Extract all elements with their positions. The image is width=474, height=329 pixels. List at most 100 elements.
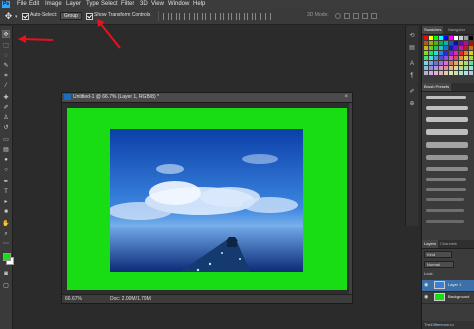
layer-name[interactable]: Background [448,294,469,300]
color-swatch[interactable] [464,41,468,45]
color-swatch[interactable] [459,41,463,45]
color-swatch[interactable] [424,56,428,60]
color-swatch[interactable] [449,41,453,45]
color-swatch[interactable] [439,46,443,50]
color-swatch[interactable] [424,61,428,65]
color-swatch[interactable] [449,46,453,50]
color-swatch[interactable] [454,56,458,60]
color-swatch[interactable] [454,66,458,70]
color-swatch[interactable] [429,41,433,45]
color-swatch[interactable] [449,51,453,55]
tab-layers[interactable]: Layers [422,240,439,248]
color-swatch[interactable] [464,71,468,75]
color-swatch[interactable] [459,51,463,55]
properties-icon[interactable]: ▤ [408,44,416,52]
color-swatch[interactable] [469,66,473,70]
brush-preset-stroke[interactable] [426,209,464,212]
brush-preset-stroke[interactable] [426,155,468,160]
tab-navigator[interactable]: Navigator [446,26,467,34]
color-swatch[interactable] [454,46,458,50]
color-swatch[interactable] [444,61,448,65]
brush-preset-stroke[interactable] [426,129,468,135]
paragraph-icon[interactable]: ¶ [408,72,416,80]
color-swatch[interactable] [454,71,458,75]
brush-panel-icon[interactable]: ✐ [408,88,416,96]
color-swatch[interactable] [434,46,438,50]
eye-icon[interactable]: ◉ [424,282,428,288]
color-swatch[interactable] [429,66,433,70]
color-swatch[interactable] [434,61,438,65]
color-swatch[interactable] [429,46,433,50]
color-swatch[interactable] [434,56,438,60]
brush-preset-stroke[interactable] [426,167,468,171]
brush-preset-stroke[interactable] [426,220,464,223]
color-swatch[interactable] [459,71,463,75]
tab-channels[interactable]: Channels [438,240,459,248]
color-swatch[interactable] [449,56,453,60]
color-swatch[interactable] [434,41,438,45]
color-swatch[interactable] [449,61,453,65]
color-swatch[interactable] [449,71,453,75]
color-swatch[interactable] [444,56,448,60]
layer-filter-kind[interactable]: Kind [424,251,452,258]
brush-preset-stroke[interactable] [426,188,466,191]
color-swatch[interactable] [444,51,448,55]
brush-preset-stroke[interactable] [426,106,468,110]
color-swatch[interactable] [439,51,443,55]
color-swatch[interactable] [464,36,468,40]
color-swatch[interactable] [464,56,468,60]
color-swatch[interactable] [439,71,443,75]
eye-icon[interactable]: ◉ [424,294,428,300]
color-swatch[interactable] [459,56,463,60]
color-swatch[interactable] [459,36,463,40]
tab-swatches[interactable]: Swatches [422,26,444,34]
layer-name[interactable]: Layer 1 [448,282,461,288]
color-swatch[interactable] [454,51,458,55]
color-swatch[interactable] [454,61,458,65]
color-swatch[interactable] [444,41,448,45]
color-swatch[interactable] [429,51,433,55]
color-swatch[interactable] [444,66,448,70]
color-swatch[interactable] [429,36,433,40]
brush-preset-stroke[interactable] [426,117,468,122]
color-swatch[interactable] [429,56,433,60]
color-swatch[interactable] [459,66,463,70]
color-swatch[interactable] [459,46,463,50]
color-swatch[interactable] [469,36,473,40]
color-swatch[interactable] [424,51,428,55]
color-swatch[interactable] [464,46,468,50]
character-icon[interactable]: A [408,60,416,68]
color-swatch[interactable] [439,66,443,70]
layer-row[interactable]: ◉ Background [422,292,474,304]
color-swatch[interactable] [469,41,473,45]
color-swatch[interactable] [444,46,448,50]
color-swatch[interactable] [454,41,458,45]
color-swatch[interactable] [464,61,468,65]
brush-preset-stroke[interactable] [426,178,466,181]
foreground-color-swatch[interactable] [3,253,11,261]
brush-preset-stroke[interactable] [426,198,464,201]
color-swatch[interactable] [434,71,438,75]
blend-mode-dropdown[interactable]: Normal [424,261,454,268]
color-swatch[interactable] [459,61,463,65]
color-swatch[interactable] [424,66,428,70]
color-swatch[interactable] [434,51,438,55]
layer-row-selected[interactable]: ◉ Layer 1 [422,280,474,292]
brush-preset-stroke[interactable] [426,96,466,99]
color-swatch[interactable] [469,61,473,65]
color-swatch[interactable] [434,36,438,40]
color-swatch[interactable] [429,61,433,65]
color-swatch[interactable] [449,66,453,70]
clone-source-icon[interactable]: ⊕ [408,100,416,108]
brush-preset-stroke[interactable] [426,142,468,148]
color-swatch[interactable] [434,66,438,70]
color-swatch[interactable] [469,51,473,55]
color-swatch[interactable] [454,36,458,40]
color-swatch[interactable] [424,41,428,45]
color-swatch[interactable] [439,61,443,65]
color-swatch[interactable] [469,71,473,75]
history-icon[interactable]: ⟲ [408,32,416,40]
color-swatch[interactable] [439,41,443,45]
tab-brush-presets[interactable]: Brush Presets [422,83,452,91]
color-swatch[interactable] [444,71,448,75]
